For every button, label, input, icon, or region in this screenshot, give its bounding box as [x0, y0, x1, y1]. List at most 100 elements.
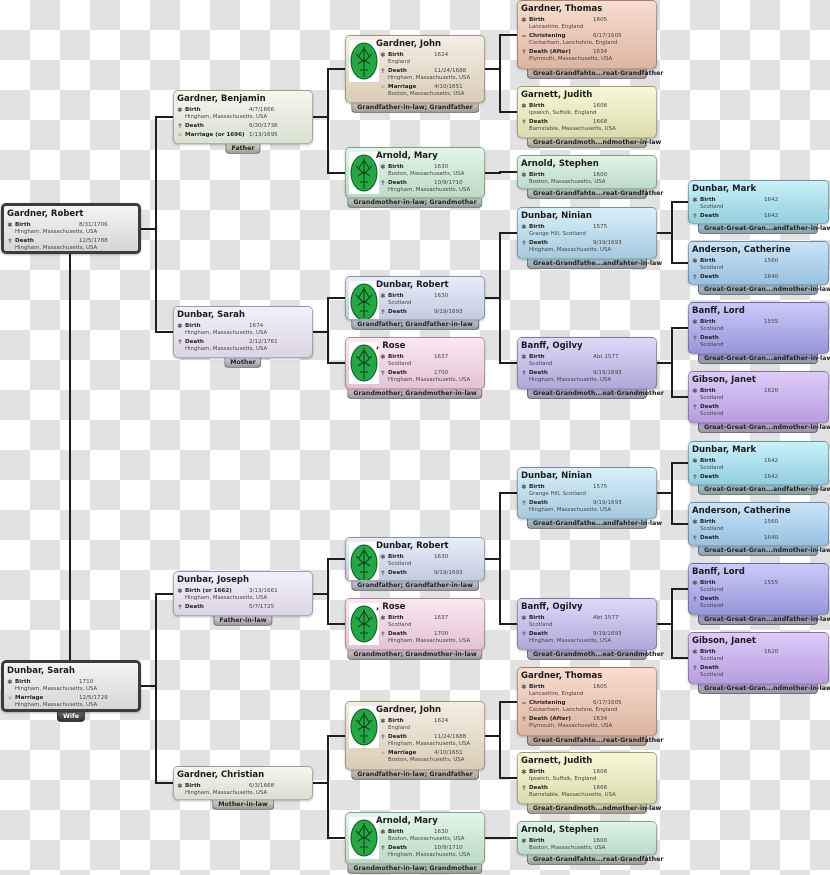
christening-icon: ≈: [521, 32, 527, 40]
person-photo-icon: [349, 817, 379, 859]
death-cross-icon: ✝: [521, 784, 527, 792]
birth-star-icon: ✱: [177, 106, 183, 114]
event-place: Hingham, Massachusetts, USA: [388, 187, 471, 193]
connector-line: [500, 777, 517, 779]
event-label: Birth: [529, 838, 545, 844]
person-card[interactable]: Dunbar, Mark ✱ Birth 1642 Scotland ✝ Death 1642: [688, 180, 829, 224]
person-name: Garnett, Judith: [521, 756, 593, 766]
person-card[interactable]: Dunbar, Robert ✱ Birth 1630 Scotland ✝ Death 9/…: [345, 537, 485, 581]
event-date: Abt 1577: [593, 354, 619, 360]
event-label: Death: [700, 596, 719, 602]
person-card[interactable]: Banff, Ogilvy ✱ Birth Abt 1577 Scotland ✝ Deat…: [517, 598, 657, 650]
person-card[interactable]: Arnold, Mary ✱ Birth 1630 Boston, Massachuse…: [345, 147, 485, 198]
person-card[interactable]: Dunbar, Sarah ✱ Birth 1710 Hingham, Massachu…: [1, 660, 141, 712]
event-row: ✝ Death Scotland: [692, 595, 825, 610]
person-card[interactable]: , Rose ✱ Birth 1637 Scotland ✝ Death 1700 Hingha…: [345, 598, 485, 650]
event-place: Scotland: [529, 361, 553, 367]
event-list: ✱ Birth 1608 Ipswich, Suffolk, England ✝ Deat…: [521, 102, 653, 135]
event-label: Christening: [529, 33, 566, 39]
event-list: ✱ Birth 1630 Scotland ✝ Death 9/19/1693: [380, 292, 481, 318]
person-card[interactable]: Anderson, Catherine ✱ Birth 1560 Scotland ✝ De…: [688, 502, 829, 546]
birth-star-icon: ✱: [521, 223, 527, 231]
birth-star-icon: ✱: [177, 587, 183, 595]
person-card[interactable]: Gibson, Janet ✱ Birth 1620 Scotland ✝ Death Sco…: [688, 632, 829, 684]
event-list: ✱ Birth 1600 Boston, Massachusetts, USA: [521, 837, 653, 854]
person-card[interactable]: Banff, Lord ✱ Birth 1555 Scotland ✝ Death Scotl…: [688, 302, 829, 354]
event-place: Plymouth, Massachusetts, USA: [529, 56, 613, 62]
birth-star-icon: ✱: [692, 518, 698, 526]
event-row: ✱ Birth 1575 Grange Hill, Scotland: [521, 483, 653, 498]
event-date: 1560: [764, 519, 779, 525]
person-card[interactable]: , Rose ✱ Birth 1637 Scotland ✝ Death 1700 Hingha…: [345, 337, 485, 389]
person-card[interactable]: Garnett, Judith ✱ Birth 1608 Ipswich, Suffol…: [517, 86, 657, 138]
person-name: Dunbar, Robert: [376, 541, 449, 551]
person-card[interactable]: Garnett, Judith ✱ Birth 1608 Ipswich, Suffol…: [517, 752, 657, 804]
person-card[interactable]: Dunbar, Joseph ✱ Birth (or 1662) 3/13/1661 H…: [173, 571, 313, 616]
person-name: Banff, Lord: [692, 567, 745, 577]
person-name: Arnold, Stephen: [521, 825, 599, 835]
death-cross-icon: ✝: [380, 733, 386, 741]
event-row: ≈ Christening 6/17/1605 Cockerham, Lanchshi…: [521, 699, 653, 714]
event-row: ✝ Death 1642: [692, 473, 825, 481]
person-card[interactable]: Dunbar, Ninian ✱ Birth 1575 Grange Hill, Sco…: [517, 467, 657, 519]
death-cross-icon: ✝: [380, 630, 386, 638]
person-card[interactable]: Dunbar, Ninian ✱ Birth 1575 Grange Hill, Sco…: [517, 207, 657, 259]
connector-line: [672, 327, 688, 329]
relationship-tag: Wife: [56, 712, 86, 722]
event-list: ✱ Birth 1560 Scotland ✝ Death 1640: [692, 518, 825, 544]
person-card[interactable]: Anderson, Catherine ✱ Birth 1560 Scotland ✝ De…: [688, 241, 829, 285]
person-card[interactable]: Gardner, Christian ✱ Birth 6/3/1668 Hingham,…: [173, 766, 313, 800]
relationship-tag: Great-Grandmoth...eat-Grandmother: [527, 389, 664, 399]
event-date: 5/7/1725: [249, 604, 275, 610]
person-card[interactable]: Gardner, Thomas ✱ Birth 1605 Lancashire, Eng…: [517, 667, 657, 736]
person-card[interactable]: Dunbar, Sarah ✱ Birth 1674 Hingham, Massachu…: [173, 306, 313, 358]
person-card[interactable]: Gardner, John ✱ Birth 1624 England ✝ Death 11/2…: [345, 701, 485, 770]
person-card[interactable]: Gardner, Robert ✱ Birth 8/31/1706 Hingham, M…: [1, 203, 141, 254]
event-date: 1674: [249, 323, 264, 329]
event-place: England: [388, 725, 410, 731]
event-place: Plymouth, Massachusetts, USA: [529, 723, 613, 729]
person-name: Dunbar, Sarah: [7, 666, 75, 676]
event-row: ✝ Death 9/19/1693 Hingham, Massachusetts, U…: [521, 369, 653, 384]
event-label: Marriage (or 1696): [185, 132, 245, 138]
person-card[interactable]: Dunbar, Mark ✱ Birth 1642 Scotland ✝ Death 1642: [688, 441, 829, 485]
person-card[interactable]: Banff, Lord ✱ Birth 1555 Scotland ✝ Death Scotl…: [688, 563, 829, 615]
event-date: 12/5/1729: [79, 695, 108, 701]
death-cross-icon: ✝: [692, 473, 698, 481]
event-list: ✱ Birth 1624 England ✝ Death 11/24/1688 Hingham…: [380, 717, 481, 766]
relationship-tag: Great-Great-Gran...andfather-in-law: [698, 354, 830, 364]
person-card[interactable]: Arnold, Mary ✱ Birth 1630 Boston, Massachuse…: [345, 812, 485, 864]
person-name: Gardner, Christian: [177, 770, 265, 780]
event-list: ✱ Birth 1637 Scotland ✝ Death 1700 Hingham, Mas…: [380, 614, 481, 647]
person-card[interactable]: Arnold, Stephen ✱ Birth 1600 Boston, Massach…: [517, 155, 657, 189]
connector-line: [328, 558, 345, 560]
event-list: ✱ Birth 1605 Lancashire, England ≈ Christenin…: [521, 16, 653, 65]
birth-star-icon: ✱: [380, 828, 386, 836]
event-row: ✝ Death 9/19/1693: [380, 569, 481, 577]
event-date: 9/19/1693: [593, 240, 622, 246]
marriage-rings-icon: ⚭: [380, 749, 386, 757]
connector-line: [327, 558, 329, 625]
person-name: Gibson, Janet: [692, 636, 756, 646]
person-name: Dunbar, Sarah: [177, 310, 245, 320]
relationship-tag: Grandmother; Grandmother-in-law: [347, 389, 483, 399]
person-card[interactable]: Gibson, Janet ✱ Birth 1620 Scotland ✝ Death Sco…: [688, 371, 829, 423]
connector-line: [155, 593, 157, 784]
event-label: Christening: [529, 700, 566, 706]
person-card[interactable]: Gardner, Thomas ✱ Birth 1605 Lancashire, Eng…: [517, 0, 657, 69]
person-card[interactable]: Gardner, John ✱ Birth 1624 England ✝ Death 11/2…: [345, 35, 485, 103]
death-cross-icon: ✝: [692, 534, 698, 542]
event-row: ✱ Birth 1620 Scotland: [692, 387, 825, 402]
person-card[interactable]: Gardner, Benjamin ✱ Birth 4/7/1666 Hingham, …: [173, 90, 313, 144]
event-place: Scotland: [388, 300, 412, 306]
person-card[interactable]: Dunbar, Robert ✱ Birth 1630 Scotland ✝ Death 9/…: [345, 276, 485, 320]
relationship-tag: Great-Great-Gran...andfather-in-law: [698, 224, 830, 234]
event-date: 9/19/1693: [434, 309, 463, 315]
connector-line: [671, 327, 673, 398]
event-label: Birth: [529, 354, 545, 360]
person-card[interactable]: Banff, Ogilvy ✱ Birth Abt 1577 Scotland ✝ Deat…: [517, 337, 657, 389]
event-label: Death: [388, 845, 407, 851]
event-row: ⚭ Marriage 4/10/1651 Boston, Massachusetts,…: [380, 749, 481, 764]
person-card[interactable]: Arnold, Stephen ✱ Birth 1600 Boston, Massach…: [517, 821, 657, 855]
event-date: 2/12/1761: [249, 339, 278, 345]
